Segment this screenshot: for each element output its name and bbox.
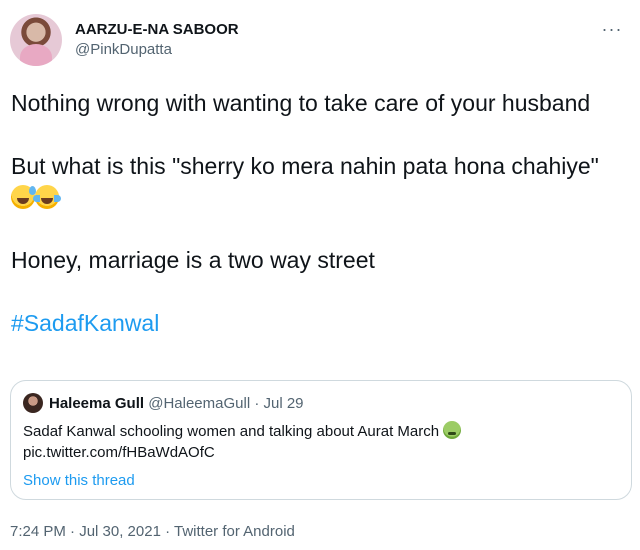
avatar[interactable] [10,14,62,66]
quoted-date[interactable]: Jul 29 [264,395,304,412]
tweet-line-1: Nothing wrong with wanting to take care … [11,90,591,116]
quoted-avatar[interactable] [23,393,43,413]
more-options-icon[interactable]: ··· [600,20,624,40]
tweet-line-2-text: But what is this "sherry ko mera nahin p… [11,153,599,179]
tears-of-joy-emoji-icon [33,185,61,209]
quoted-tweet-text: Sadaf Kanwal schooling women and talking… [23,421,613,463]
tweet: AARZU-E-NA SABOOR @PinkDupatta ··· Nothi… [0,0,640,550]
tweet-body: Nothing wrong with wanting to take care … [11,88,611,339]
nauseated-face-emoji-icon [443,421,462,439]
tweet-header: AARZU-E-NA SABOOR @PinkDupatta ··· [10,14,630,70]
quoted-author-name[interactable]: Haleema Gull [49,395,144,412]
quoted-author-handle[interactable]: @HaleemaGull [148,395,250,412]
quoted-tweet[interactable]: Haleema Gull @HaleemaGull · Jul 29 Sadaf… [10,380,632,500]
tweet-metadata[interactable]: 7:24 PM · Jul 30, 2021 · Twitter for And… [10,522,295,542]
quoted-text: Sadaf Kanwal schooling women and talking… [23,423,440,440]
author-handle[interactable]: @PinkDupatta [75,40,239,60]
show-thread-link[interactable]: Show this thread [23,471,135,491]
tweet-line-3: Honey, marriage is a two way street [11,247,375,273]
author-info[interactable]: AARZU-E-NA SABOOR @PinkDupatta [75,20,239,60]
author-display-name[interactable]: AARZU-E-NA SABOOR [75,20,239,40]
quoted-text-line: Sadaf Kanwal schooling women and talking… [23,421,613,442]
hashtag-paragraph: #SadafKanwal [11,308,611,339]
quoted-media-link[interactable]: pic.twitter.com/fHBaWdAOfC [23,442,613,463]
tweet-line-2: But what is this "sherry ko mera nahin p… [11,151,611,213]
hashtag-link[interactable]: #SadafKanwal [11,310,159,336]
quoted-tweet-header: Haleema Gull @HaleemaGull · Jul 29 [23,393,304,415]
quoted-separator: · [254,395,260,412]
grinning-sweat-emoji-icon [11,185,36,209]
